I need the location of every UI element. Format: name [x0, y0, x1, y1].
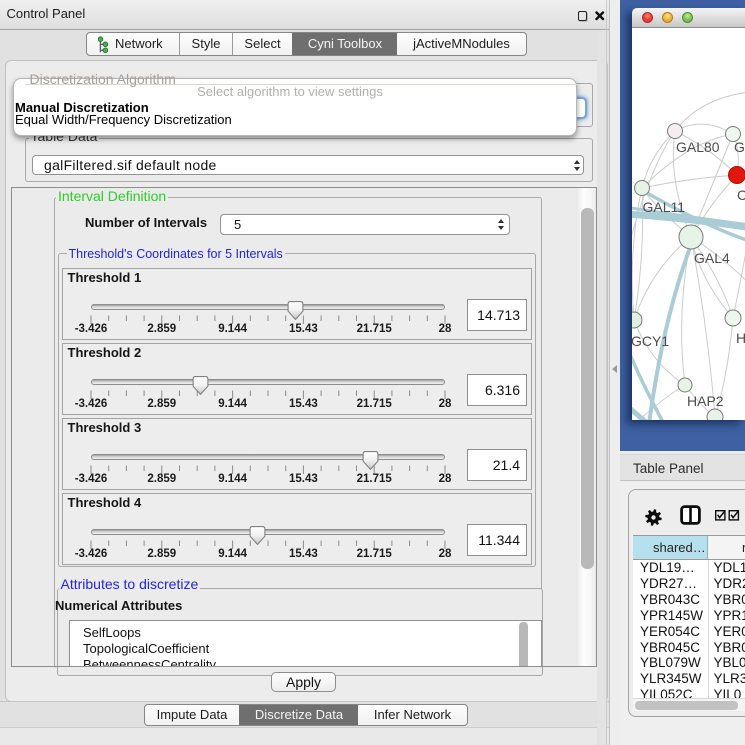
svg-text:GA: GA — [734, 139, 745, 155]
svg-text:HIS: HIS — [736, 330, 745, 346]
svg-text:GAL80: GAL80 — [676, 139, 720, 155]
svg-text:GCY1: GCY1 — [632, 333, 669, 349]
svg-text:GAL11: GAL11 — [643, 199, 686, 215]
svg-text:HAP2: HAP2 — [687, 393, 724, 409]
svg-text:CD: CD — [737, 187, 745, 203]
svg-text:GAL4: GAL4 — [694, 250, 730, 266]
